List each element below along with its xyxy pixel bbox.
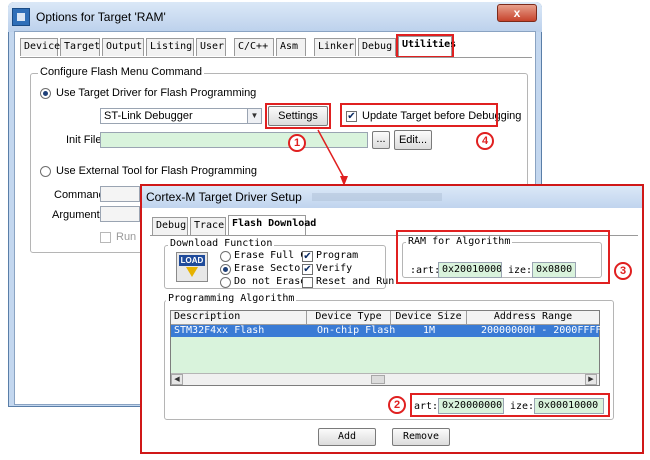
tab-dialog-debug[interactable]: Debug xyxy=(152,217,188,235)
start-address-input[interactable]: 0x20000000 xyxy=(438,398,504,414)
row-device-type: On-chip Flash xyxy=(317,325,396,336)
column-address-range[interactable]: Address Range xyxy=(467,311,599,325)
do-not-erase-radio[interactable] xyxy=(220,277,231,288)
blurred-title-area xyxy=(312,193,442,201)
start-label: art: xyxy=(414,401,439,412)
size-label: ize: xyxy=(510,401,535,412)
annotation-2: 2 xyxy=(388,396,406,414)
ram-start-input[interactable]: 0x20010000 xyxy=(438,262,502,278)
table-horizontal-scrollbar[interactable]: ◀ ▶ xyxy=(171,373,599,385)
verify-checkbox[interactable]: ✔ xyxy=(302,264,313,275)
erase-sector-radio[interactable] xyxy=(220,264,231,275)
ram-algorithm-title: RAM for Algorithm xyxy=(406,236,513,247)
reset-run-label: Reset and Run xyxy=(316,276,395,287)
dialog-title: Cortex-M Target Driver Setup xyxy=(146,190,302,204)
do-not-erase-label: Do not Erase xyxy=(234,276,307,287)
row-device-size: 1M xyxy=(423,325,436,336)
remove-button[interactable]: Remove xyxy=(392,428,450,446)
ram-size-input[interactable]: 0x0800 xyxy=(532,262,576,278)
algorithm-table: Description Device Type Device Size Addr… xyxy=(170,310,607,386)
ram-start-label: :art: xyxy=(410,265,441,276)
table-row[interactable]: STM32F4xx Flash On-chip Flash 1M 2000000… xyxy=(171,325,607,337)
column-device-type[interactable]: Device Type xyxy=(307,311,391,325)
load-icon-label: LOAD xyxy=(179,255,205,266)
program-label: Program xyxy=(316,250,359,261)
tab-flash-download[interactable]: Flash Download xyxy=(228,215,316,235)
reset-run-checkbox[interactable] xyxy=(302,277,313,288)
programming-algorithm-title: Programming Algorithm xyxy=(166,293,297,304)
size-input[interactable]: 0x00010000 xyxy=(534,398,604,414)
download-function-title: Download Function xyxy=(168,238,275,249)
scroll-right-icon[interactable]: ▶ xyxy=(585,374,597,385)
erase-full-radio[interactable] xyxy=(220,251,231,262)
load-arrow-icon xyxy=(186,267,198,277)
ram-size-label: ize: xyxy=(508,265,533,276)
scroll-left-icon[interactable]: ◀ xyxy=(171,374,183,385)
program-checkbox[interactable]: ✔ xyxy=(302,251,313,262)
load-icon: LOAD xyxy=(176,252,208,282)
scroll-thumb[interactable] xyxy=(371,375,385,384)
verify-label: Verify xyxy=(316,263,353,274)
erase-full-label: Erase Full C xyxy=(234,250,307,261)
annotation-3: 3 xyxy=(614,262,632,280)
tab-dialog-trace[interactable]: Trace xyxy=(190,217,226,235)
row-address-range: 20000000H - 2000FFFFH xyxy=(481,325,608,336)
column-description[interactable]: Description xyxy=(171,311,307,325)
row-description: STM32F4xx Flash xyxy=(174,325,265,336)
arrow-settings-to-dialog xyxy=(317,129,345,179)
column-device-size[interactable]: Device Size xyxy=(391,311,467,325)
add-button[interactable]: Add xyxy=(318,428,376,446)
erase-sector-label: Erase Sector xyxy=(234,263,307,274)
